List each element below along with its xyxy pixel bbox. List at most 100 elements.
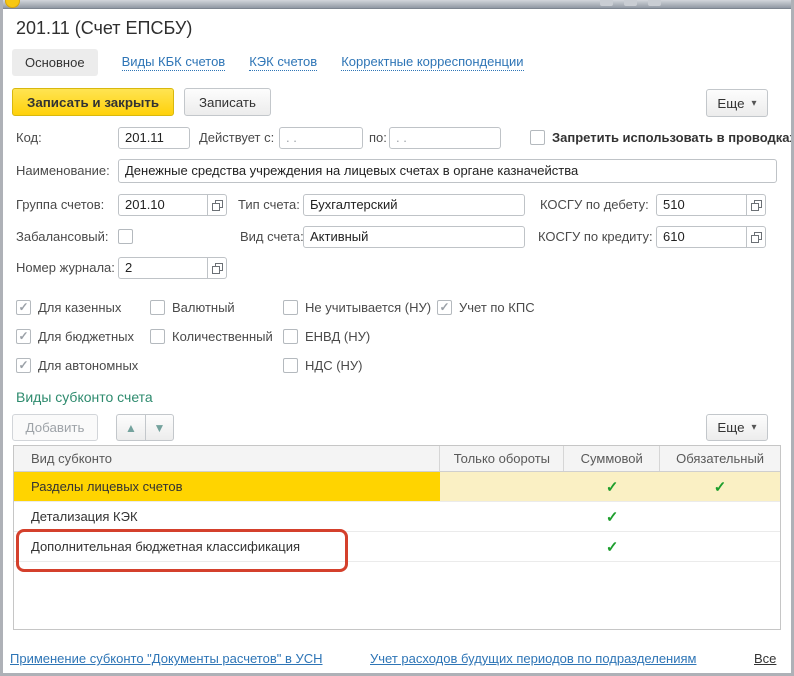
subkonto-section-title: Виды субконто счета <box>16 389 153 405</box>
offbalance-label: Забалансовый: <box>16 226 108 248</box>
account-kind-label: Вид счета: <box>240 226 304 248</box>
subkonto-name-cell[interactable]: Дополнительная бюджетная классификация <box>14 532 440 561</box>
move-up-button[interactable]: ▲ <box>116 414 145 441</box>
subkonto-name-cell[interactable]: Разделы лицевых счетов <box>14 472 440 501</box>
group-field: 201.10 <box>118 194 227 216</box>
flag-label: Для бюджетных <box>38 329 134 344</box>
window-titlebar <box>0 0 794 9</box>
checkbox[interactable] <box>283 358 298 373</box>
flag-avtonomnyh[interactable]: ✓ Для автономных <box>16 357 138 373</box>
checkbox[interactable] <box>283 329 298 344</box>
flag-ne-uchityvaetsya[interactable]: Не учитывается (НУ) <box>283 299 431 315</box>
reorder-buttons: ▲ ▼ <box>116 414 174 441</box>
more-button-top[interactable]: Еще ▾ <box>706 89 768 117</box>
account-type-label: Тип счета: <box>238 194 300 216</box>
window-minimize-icon[interactable] <box>600 0 613 6</box>
flag-kazennyh[interactable]: ✓ Для казенных <box>16 299 121 315</box>
kosgu-debit-input[interactable]: 510 <box>656 194 746 216</box>
journal-number-label: Номер журнала: <box>16 257 115 279</box>
required-check-cell[interactable] <box>660 502 780 531</box>
link-future-expenses[interactable]: Учет расходов будущих периодов по подраз… <box>370 651 696 666</box>
checkbox[interactable] <box>283 300 298 315</box>
subkonto-name-cell[interactable]: Детализация КЭК <box>14 502 440 531</box>
column-header-summovoy: Суммовой <box>564 446 660 471</box>
summary-check-cell[interactable]: ✓ <box>564 502 660 531</box>
journal-number-input[interactable]: 2 <box>118 257 207 279</box>
kosgu-debit-label: КОСГУ по дебету: <box>540 194 649 216</box>
flag-kolichestvenny[interactable]: Количественный <box>150 328 273 344</box>
checkbox[interactable] <box>150 329 165 344</box>
table-header-row: Вид субконто Только обороты Суммовой Обя… <box>14 446 780 472</box>
account-type-input[interactable]: Бухгалтерский <box>303 194 525 216</box>
summary-check-cell[interactable]: ✓ <box>564 472 660 501</box>
choose-icon[interactable] <box>746 226 766 248</box>
checkbox[interactable]: ✓ <box>16 358 31 373</box>
dropdown-arrow-icon: ▾ <box>752 422 757 433</box>
checkbox[interactable]: ✓ <box>16 329 31 344</box>
flag-uchet-po-kps[interactable]: ✓ Учет по КПС <box>437 299 535 315</box>
account-kind-input[interactable]: Активный <box>303 226 525 248</box>
link-all[interactable]: Все <box>754 651 776 666</box>
kosgu-credit-label: КОСГУ по кредиту: <box>538 226 653 248</box>
group-label: Группа счетов: <box>16 194 104 216</box>
flag-label: НДС (НУ) <box>305 358 363 373</box>
forbid-label: Запретить использовать в проводках <box>552 127 794 149</box>
save-and-close-button[interactable]: Записать и закрыть <box>12 88 174 116</box>
offbalance-checkbox[interactable] <box>118 229 133 244</box>
group-input[interactable]: 201.10 <box>118 194 207 216</box>
only-turnovers-cell[interactable] <box>440 532 564 561</box>
flag-label: Валютный <box>172 300 235 315</box>
add-button[interactable]: Добавить <box>12 414 98 441</box>
valid-from-input[interactable]: . . <box>279 127 363 149</box>
flag-nds[interactable]: НДС (НУ) <box>283 357 363 373</box>
flag-label: Количественный <box>172 329 273 344</box>
window-close-icon[interactable] <box>648 0 661 6</box>
account-form-window: 201.11 (Счет ЕПСБУ) Основное Виды КБК сч… <box>0 0 794 676</box>
tab-kbk-accounts[interactable]: Виды КБК счетов <box>122 54 226 71</box>
choose-icon[interactable] <box>207 257 227 279</box>
dropdown-arrow-icon: ▾ <box>752 98 757 109</box>
forbid-checkbox[interactable] <box>530 130 545 145</box>
down-arrow-icon: ▼ <box>154 421 166 435</box>
required-check-cell[interactable]: ✓ <box>660 472 780 501</box>
tab-kek-accounts[interactable]: КЭК счетов <box>249 54 317 71</box>
valid-to-input[interactable]: . . <box>389 127 501 149</box>
window-maximize-icon[interactable] <box>624 0 637 6</box>
table-row[interactable]: Детализация КЭК ✓ <box>14 502 780 532</box>
column-header-tolko-oboroty: Только обороты <box>440 446 564 471</box>
flag-label: Для автономных <box>38 358 138 373</box>
valid-to-label: по: <box>369 127 387 149</box>
column-header-obyazatelny: Обязательный <box>660 446 780 471</box>
table-row[interactable]: Дополнительная бюджетная классификация ✓ <box>14 532 780 562</box>
more-button-subkonto[interactable]: Еще ▾ <box>706 414 768 441</box>
checkbox[interactable]: ✓ <box>437 300 452 315</box>
checkbox[interactable] <box>150 300 165 315</box>
flag-byudzhetnyh[interactable]: ✓ Для бюджетных <box>16 328 134 344</box>
choose-icon[interactable] <box>207 194 227 216</box>
subkonto-table: Вид субконто Только обороты Суммовой Обя… <box>13 445 781 630</box>
table-row[interactable]: Разделы лицевых счетов ✓ ✓ <box>14 472 780 502</box>
code-label: Код: <box>16 127 42 149</box>
save-button[interactable]: Записать <box>184 88 271 116</box>
choose-icon[interactable] <box>746 194 766 216</box>
tab-main[interactable]: Основное <box>12 49 98 76</box>
flag-label: Учет по КПС <box>459 300 535 315</box>
checkmark-icon: ✓ <box>17 301 30 314</box>
required-check-cell[interactable] <box>660 532 780 561</box>
kosgu-credit-input[interactable]: 610 <box>656 226 746 248</box>
code-input[interactable]: 201.11 <box>118 127 190 149</box>
flag-label: Не учитывается (НУ) <box>305 300 431 315</box>
link-subkonto-usn[interactable]: Применение субконто "Документы расчетов"… <box>10 651 323 666</box>
flag-valyutny[interactable]: Валютный <box>150 299 235 315</box>
checkbox[interactable]: ✓ <box>16 300 31 315</box>
summary-check-cell[interactable]: ✓ <box>564 532 660 561</box>
move-down-button[interactable]: ▼ <box>145 414 174 441</box>
flag-envd[interactable]: ЕНВД (НУ) <box>283 328 370 344</box>
name-input[interactable]: Денежные средства учреждения на лицевых … <box>118 159 777 183</box>
only-turnovers-cell[interactable] <box>440 472 564 501</box>
form-title: 201.11 (Счет ЕПСБУ) <box>16 18 192 39</box>
tab-bar: Основное Виды КБК счетов КЭК счетов Корр… <box>12 49 524 76</box>
column-header-vid-subkonto: Вид субконто <box>14 446 440 471</box>
only-turnovers-cell[interactable] <box>440 502 564 531</box>
tab-correct-correspondence[interactable]: Корректные корреспонденции <box>341 54 523 71</box>
